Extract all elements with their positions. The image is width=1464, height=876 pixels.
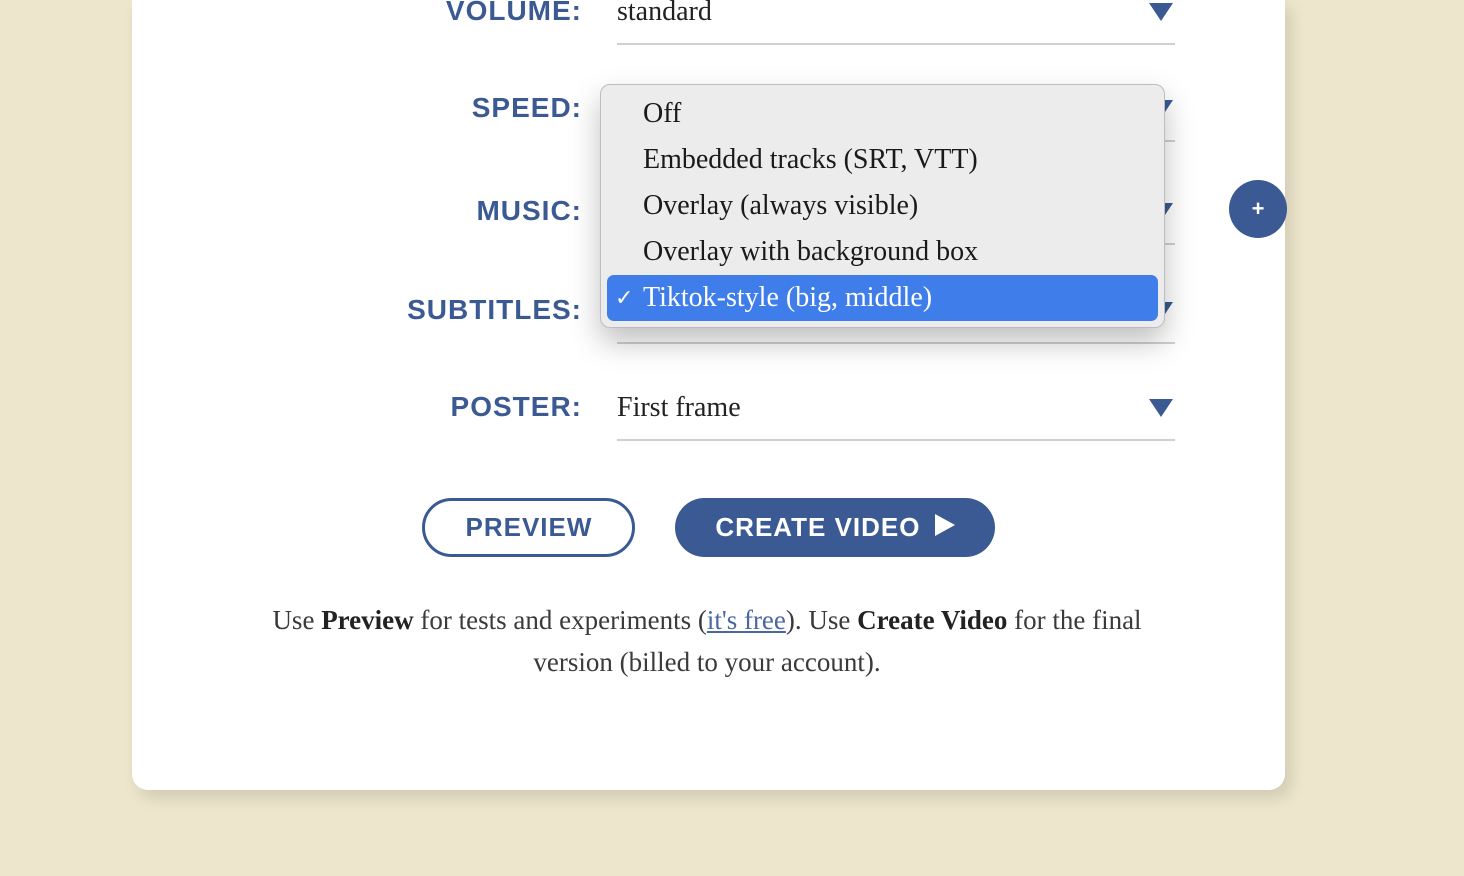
plus-icon: + bbox=[1252, 196, 1265, 222]
chevron-down-icon bbox=[1149, 3, 1173, 23]
volume-label: VOLUME: bbox=[446, 0, 582, 27]
preview-label: PREVIEW bbox=[465, 512, 592, 543]
hint-text: Use Preview for tests and experiments (i… bbox=[267, 600, 1147, 684]
dropdown-option-tiktok[interactable]: ✓ Tiktok-style (big, middle) bbox=[607, 275, 1158, 321]
chevron-down-icon bbox=[1149, 399, 1173, 419]
subtitles-dropdown: Off Embedded tracks (SRT, VTT) Overlay (… bbox=[600, 84, 1165, 328]
music-label: MUSIC: bbox=[476, 195, 582, 227]
subtitles-label: SUBTITLES: bbox=[407, 294, 582, 326]
settings-card: VOLUME: standard SPEED: MUSIC: + SUBTITL… bbox=[132, 0, 1285, 790]
volume-value: standard bbox=[617, 0, 712, 27]
dropdown-option-embedded[interactable]: Embedded tracks (SRT, VTT) bbox=[607, 137, 1158, 183]
create-label: CREATE VIDEO bbox=[715, 512, 920, 543]
create-video-button[interactable]: CREATE VIDEO bbox=[675, 498, 994, 557]
poster-label: POSTER: bbox=[451, 391, 582, 423]
action-buttons: PREVIEW CREATE VIDEO bbox=[132, 498, 1285, 557]
play-icon bbox=[935, 512, 955, 543]
volume-select[interactable]: standard bbox=[617, 0, 1175, 45]
dropdown-option-overlay[interactable]: Overlay (always visible) bbox=[607, 183, 1158, 229]
poster-value: First frame bbox=[617, 392, 741, 423]
speed-label: SPEED: bbox=[472, 92, 582, 124]
dropdown-option-label: Tiktok-style (big, middle) bbox=[643, 282, 932, 313]
check-icon: ✓ bbox=[615, 285, 633, 311]
preview-button[interactable]: PREVIEW bbox=[422, 498, 635, 557]
poster-select[interactable]: First frame bbox=[617, 391, 1175, 441]
add-music-button[interactable]: + bbox=[1229, 180, 1287, 238]
dropdown-option-off[interactable]: Off bbox=[607, 91, 1158, 137]
dropdown-option-overlay-box[interactable]: Overlay with background box bbox=[607, 229, 1158, 275]
free-link[interactable]: it's free bbox=[707, 605, 786, 635]
